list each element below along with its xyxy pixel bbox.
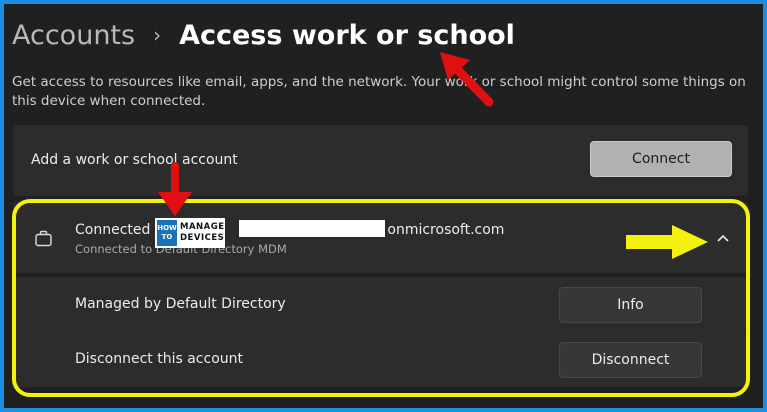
disconnect-row: Disconnect this account Disconnect bbox=[13, 332, 748, 387]
account-domain: onmicrosoft.com bbox=[387, 222, 505, 238]
account-title-prefix: Connected bbox=[75, 222, 151, 238]
add-account-card: Add a work or school account Connect bbox=[13, 125, 748, 196]
disconnect-button[interactable]: Disconnect bbox=[559, 342, 702, 378]
info-button[interactable]: Info bbox=[559, 287, 702, 323]
redacted-email-block bbox=[239, 220, 386, 237]
logo-to: TO bbox=[161, 233, 173, 241]
disconnect-label: Disconnect this account bbox=[75, 351, 243, 367]
briefcase-icon bbox=[35, 230, 52, 247]
breadcrumb: Accounts › Access work or school bbox=[12, 14, 515, 56]
breadcrumb-accounts-link[interactable]: Accounts bbox=[12, 20, 135, 51]
watermark-logo: HOW TO MANAGE DEVICES bbox=[155, 218, 225, 248]
chevron-up-icon[interactable] bbox=[713, 229, 733, 247]
settings-window: Accounts › Access work or school Get acc… bbox=[4, 4, 763, 408]
logo-manage: MANAGE bbox=[180, 222, 225, 232]
connect-button[interactable]: Connect bbox=[590, 141, 732, 177]
breadcrumb-separator-icon: › bbox=[153, 23, 162, 47]
logo-manage-devices: MANAGE DEVICES bbox=[180, 222, 225, 244]
logo-how-to-block: HOW TO bbox=[157, 220, 177, 246]
managed-by-row: Managed by Default Directory Info bbox=[13, 277, 748, 332]
logo-devices: DEVICES bbox=[180, 233, 225, 243]
account-card[interactable]: Connected onmicrosoft.com Connected to De… bbox=[13, 202, 748, 273]
page-description: Get access to resources like email, apps… bbox=[12, 74, 746, 109]
logo-how: HOW bbox=[157, 224, 177, 232]
add-account-label: Add a work or school account bbox=[31, 152, 238, 168]
account-email: Connected onmicrosoft.com bbox=[75, 220, 504, 238]
managed-by-label: Managed by Default Directory bbox=[75, 296, 286, 312]
page-title: Access work or school bbox=[179, 19, 515, 51]
